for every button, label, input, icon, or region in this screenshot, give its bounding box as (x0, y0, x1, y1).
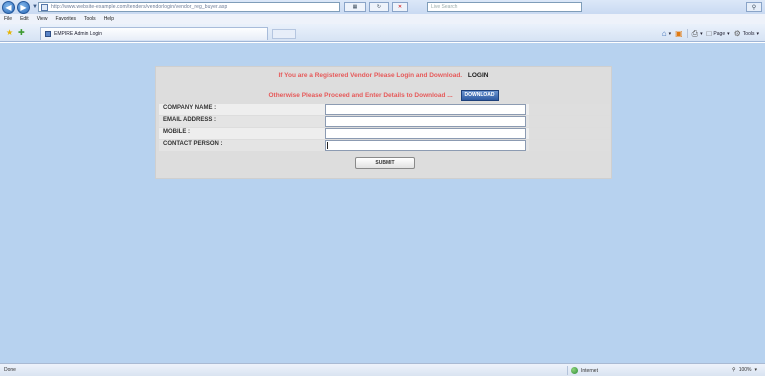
email-address-field[interactable] (325, 116, 526, 127)
vendor-details-table: COMPANY NAME : EMAIL ADDRESS : MOBILE : … (159, 104, 610, 152)
zoom-dropdown-icon: ▾ (754, 367, 757, 373)
contact-person-row: CONTACT PERSON : (159, 140, 610, 151)
page-menu-label: Page (713, 30, 726, 37)
refresh-button[interactable]: ↻ (369, 2, 389, 12)
print-button[interactable]: ⎙ ▾ (691, 28, 703, 38)
internet-zone-icon (571, 367, 578, 374)
menu-bar: File Edit View Favorites Tools Help (0, 14, 765, 24)
back-button[interactable]: ◀ (2, 0, 15, 14)
zoom-control[interactable]: ⚲ 100% ▾ (732, 367, 757, 373)
menu-help[interactable]: Help (104, 16, 114, 22)
zoom-icon: ⚲ (732, 367, 736, 373)
tab-title: EMPIRE Admin Login (54, 31, 103, 37)
tools-menu-label: Tools (742, 30, 755, 37)
tools-menu-button[interactable]: ⚙ Tools ▾ (733, 28, 759, 38)
address-bar[interactable]: http://www.website-example.com/tenders/v… (38, 2, 340, 12)
menu-edit[interactable]: Edit (20, 16, 29, 22)
text-cursor (327, 142, 328, 149)
menu-tools[interactable]: Tools (84, 16, 96, 22)
page-menu-icon: □ (706, 28, 712, 38)
tab-favicon-icon (45, 31, 51, 37)
favorites-star-icon[interactable]: ★ (6, 28, 13, 37)
status-divider (567, 366, 568, 375)
compat-button[interactable]: ▦ (344, 2, 366, 12)
new-tab-button[interactable] (272, 29, 296, 39)
address-row: ◀ ▶ ▼ http://www.website-example.com/ten… (0, 0, 765, 14)
tab-active[interactable]: EMPIRE Admin Login (40, 27, 268, 40)
menu-favorites[interactable]: Favorites (55, 16, 76, 22)
table-cell (529, 104, 610, 115)
vendor-form-panel: If You are a Registered Vendor Please Lo… (155, 66, 612, 179)
home-button[interactable]: ⌂ ▾ (661, 28, 671, 38)
submit-button[interactable]: SUBMIT (355, 157, 415, 169)
stop-button[interactable]: ✕ (392, 2, 408, 12)
forward-button[interactable]: ▶ (17, 0, 30, 14)
search-icon[interactable]: ⚲ (746, 2, 762, 12)
menu-file[interactable]: File (4, 16, 12, 22)
proceed-notice-text: Otherwise Please Proceed and Enter Detai… (268, 92, 453, 100)
email-address-row: EMAIL ADDRESS : (159, 116, 610, 127)
registered-notice: If You are a Registered Vendor Please Lo… (156, 72, 611, 79)
company-name-label: COMPANY NAME : (163, 105, 217, 111)
tab-row: ★ ✚ EMPIRE Admin Login ⌂ ▾ ▣ ⎙ ▾ □ Page ▾ ⚙ T… (0, 24, 765, 42)
print-icon: ⎙ (691, 28, 699, 38)
add-favorite-icon[interactable]: ✚ (18, 28, 25, 37)
proceed-notice: Otherwise Please Proceed and Enter Detai… (156, 90, 611, 101)
page-icon (41, 3, 48, 11)
contact-person-label: CONTACT PERSON : (163, 141, 223, 147)
page-menu-button[interactable]: □ Page ▾ (706, 28, 730, 38)
registered-notice-text: If You are a Registered Vendor Please Lo… (278, 72, 463, 79)
menu-view[interactable]: View (37, 16, 48, 22)
rss-icon: ▣ (675, 28, 683, 38)
status-text: Done (4, 367, 16, 373)
security-zone[interactable]: Internet (567, 366, 598, 375)
url-text: http://www.website-example.com/tenders/v… (51, 4, 228, 10)
table-cell (529, 128, 610, 139)
table-cell (529, 116, 610, 127)
mobile-label: MOBILE : (163, 129, 190, 135)
contact-person-field[interactable] (325, 140, 526, 151)
page-content: If You are a Registered Vendor Please Lo… (0, 43, 765, 363)
download-button[interactable]: DOWNLOAD (460, 90, 499, 101)
home-icon: ⌂ (661, 28, 667, 38)
email-address-label: EMAIL ADDRESS : (163, 117, 217, 123)
table-cell (529, 140, 610, 151)
mobile-field[interactable] (325, 128, 526, 139)
command-bar: ⌂ ▾ ▣ ⎙ ▾ □ Page ▾ ⚙ Tools ▾ (662, 29, 759, 38)
search-input[interactable]: Live Search (427, 2, 582, 12)
login-link[interactable]: LOGIN (468, 72, 489, 79)
toolbar-divider (686, 29, 688, 38)
gear-icon: ⚙ (733, 28, 741, 38)
mobile-row: MOBILE : (159, 128, 610, 139)
status-bar: Done Internet ⚲ 100% ▾ (0, 363, 765, 376)
zoom-level: 100% (738, 367, 752, 373)
feeds-button[interactable]: ▣ (675, 28, 683, 38)
zone-label: Internet (581, 367, 598, 374)
company-name-field[interactable] (325, 104, 526, 115)
company-name-row: COMPANY NAME : (159, 104, 610, 115)
